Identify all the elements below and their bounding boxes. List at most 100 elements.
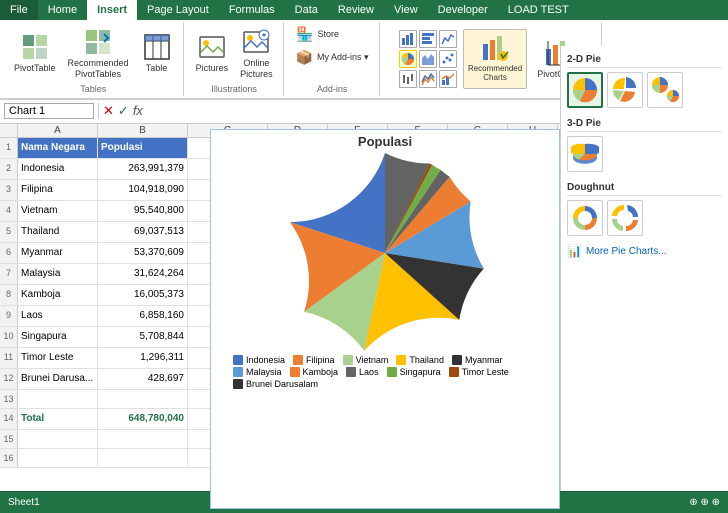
cell-a5[interactable]: Thailand <box>18 222 98 242</box>
cell-a8[interactable]: Kamboja <box>18 285 98 305</box>
table-icon <box>141 31 173 63</box>
tab-view[interactable]: View <box>384 0 428 20</box>
cell-a3[interactable]: Filipina <box>18 180 98 200</box>
pie-2d-button[interactable] <box>567 72 603 108</box>
cell-b12[interactable]: 428,697 <box>98 369 188 389</box>
legend-label: Vietnam <box>356 355 389 365</box>
legend-item: Timor Leste <box>449 367 509 377</box>
tab-file[interactable]: File <box>0 0 38 20</box>
more-pie-charts-link[interactable]: 📊 More Pie Charts... <box>567 244 722 258</box>
pie-chart-area: Populasi <box>211 130 559 395</box>
online-pictures-icon <box>240 26 272 58</box>
3d-pie-title: 3-D Pie <box>567 116 722 132</box>
legend-item: Indonesia <box>233 355 285 365</box>
legend-color <box>293 355 303 365</box>
3d-pie-section: 3-D Pie <box>567 116 722 172</box>
bar-chart-button[interactable] <box>419 30 437 48</box>
col-header-a[interactable]: A <box>18 124 98 137</box>
cell-a12[interactable]: Brunei Darusa... <box>18 369 98 389</box>
store-button[interactable]: 🏪 Store <box>292 24 372 45</box>
legend-color <box>396 355 406 365</box>
cell-b9[interactable]: 6,858,160 <box>98 306 188 326</box>
tab-developer[interactable]: Developer <box>428 0 498 20</box>
cell-b11[interactable]: 1,296,311 <box>98 348 188 368</box>
recommended-charts-button[interactable]: RecommendedCharts <box>463 29 527 89</box>
tab-page-layout[interactable]: Page Layout <box>137 0 219 20</box>
group-addins: 🏪 Store 📦 My Add-ins ▾ Add-ins <box>286 22 380 96</box>
cell-a1[interactable]: Nama Negara <box>18 138 98 158</box>
tab-load-test[interactable]: LOAD TEST <box>498 0 579 20</box>
pie-2d-of-pie-button[interactable] <box>647 72 683 108</box>
illustrations-group-label: Illustrations <box>211 82 257 94</box>
legend-color <box>387 367 397 377</box>
surface-chart-button[interactable] <box>419 70 437 88</box>
name-box[interactable]: Chart 1 <box>4 103 94 119</box>
recommended-pivottables-button[interactable]: RecommendedPivotTables <box>64 24 133 82</box>
legend-item: Filipina <box>293 355 335 365</box>
cell-b14[interactable]: 648,780,040 <box>98 409 188 429</box>
pictures-label: Pictures <box>196 63 229 74</box>
online-pictures-label: OnlinePictures <box>240 58 273 80</box>
cell-b7[interactable]: 31,624,264 <box>98 264 188 284</box>
legend-item: Myanmar <box>452 355 503 365</box>
legend-label: Indonesia <box>246 355 285 365</box>
legend-label: Brunei Darusalam <box>246 379 318 389</box>
chart-title: Populasi <box>358 134 412 149</box>
cell-a10[interactable]: Singapura <box>18 327 98 347</box>
cell-b5[interactable]: 69,037,513 <box>98 222 188 242</box>
cell-a2[interactable]: Indonesia <box>18 159 98 179</box>
my-addins-button[interactable]: 📦 My Add-ins ▾ <box>292 47 373 68</box>
chart-container[interactable]: Populasi <box>210 129 560 509</box>
cell-b1[interactable]: Populasi <box>98 138 188 158</box>
col-header-b[interactable]: B <box>98 124 188 137</box>
2d-pie-title: 2-D Pie <box>567 52 722 68</box>
ribbon-tabs: File Home Insert Page Layout Formulas Da… <box>0 0 728 20</box>
table-button[interactable]: Table <box>137 29 177 76</box>
stock-chart-button[interactable] <box>399 70 417 88</box>
cancel-formula-icon[interactable]: ✕ <box>103 103 114 119</box>
cell-a9[interactable]: Laos <box>18 306 98 326</box>
column-chart-button[interactable] <box>399 30 417 48</box>
pie-svg <box>285 153 485 353</box>
cell-b6[interactable]: 53,370,609 <box>98 243 188 263</box>
scatter-chart-button[interactable] <box>439 50 457 68</box>
cell-a7[interactable]: Malaysia <box>18 264 98 284</box>
insert-function-icon[interactable]: fx <box>133 103 143 119</box>
tab-insert[interactable]: Insert <box>87 0 137 20</box>
online-pictures-button[interactable]: OnlinePictures <box>236 24 277 82</box>
cell-a14[interactable]: Total <box>18 409 98 429</box>
group-tables: PivotTable RecommendedPivotTables <box>4 22 184 96</box>
pie-2d-exploded-button[interactable] <box>607 72 643 108</box>
tab-home[interactable]: Home <box>38 0 87 20</box>
confirm-formula-icon[interactable]: ✓ <box>118 103 129 119</box>
recommended-pivottables-icon <box>82 26 114 58</box>
legend-color <box>233 379 243 389</box>
pictures-button[interactable]: Pictures <box>192 29 233 76</box>
tab-formulas[interactable]: Formulas <box>219 0 285 20</box>
legend-label: Malaysia <box>246 367 282 377</box>
legend-color <box>346 367 356 377</box>
cell-b2[interactable]: 263,991,379 <box>98 159 188 179</box>
doughnut-button[interactable] <box>567 200 603 236</box>
sheet-tab[interactable]: Sheet1 <box>8 497 40 508</box>
cell-a6[interactable]: Myanmar <box>18 243 98 263</box>
doughnut-exploded-button[interactable] <box>607 200 643 236</box>
pivot-table-button[interactable]: PivotTable <box>10 29 60 76</box>
cell-b10[interactable]: 5,708,844 <box>98 327 188 347</box>
doughnut-options <box>567 200 722 236</box>
cell-b8[interactable]: 16,005,373 <box>98 285 188 305</box>
cell-b3[interactable]: 104,918,090 <box>98 180 188 200</box>
cell-a4[interactable]: Vietnam <box>18 201 98 221</box>
line-chart-button[interactable] <box>439 30 457 48</box>
pie-3d-button[interactable] <box>567 136 603 172</box>
combo-chart-button[interactable] <box>439 70 457 88</box>
pie-chart-button[interactable] <box>399 50 417 68</box>
legend-item: Singapura <box>387 367 441 377</box>
area-chart-button[interactable] <box>419 50 437 68</box>
tab-data[interactable]: Data <box>285 0 328 20</box>
tab-review[interactable]: Review <box>328 0 384 20</box>
row-num: 1 <box>0 138 18 158</box>
cell-a11[interactable]: Timor Leste <box>18 348 98 368</box>
legend-label: Timor Leste <box>462 367 509 377</box>
cell-b4[interactable]: 95,540,800 <box>98 201 188 221</box>
